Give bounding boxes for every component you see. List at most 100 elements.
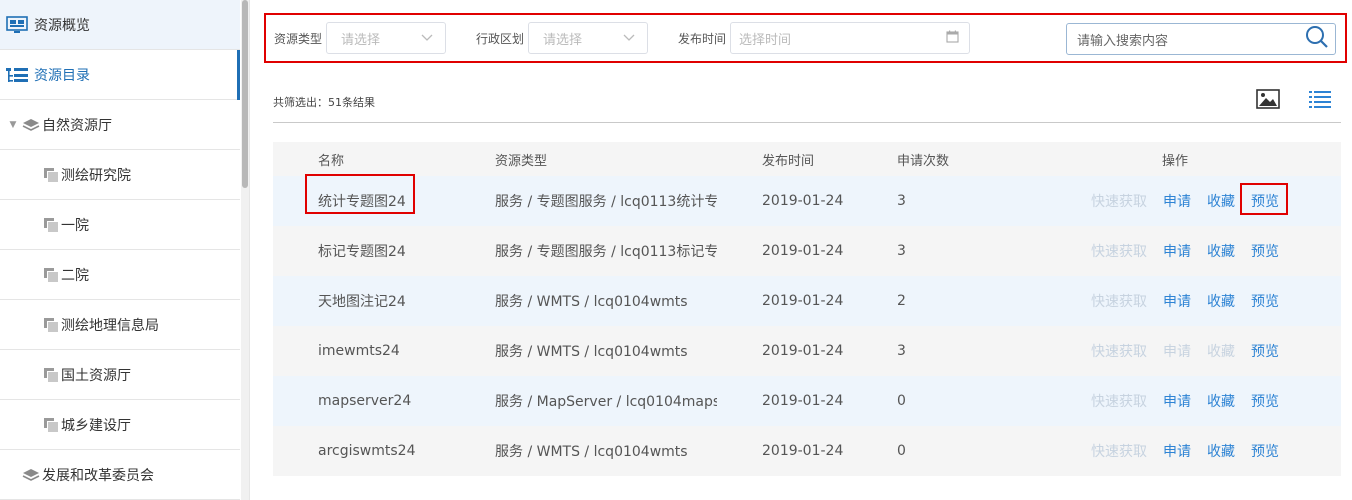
time-filter-label: 发布时间 [678,31,727,46]
sidebar-group-development[interactable]: 发展和改革委员会 [0,450,240,500]
sidebar-item-label: 一院 [61,217,89,234]
row-ops: 快速获取 申请 收藏 预览 [1052,183,1341,215]
row-name[interactable]: mapserver24 [273,393,450,409]
sidebar: 资源概览 资源目录 ▼ 自然资源厅 测绘研究院 一院 二院 测绘地理信息局 国土… [0,0,250,500]
layers-icon [22,118,40,132]
region-select[interactable]: 请选择 [528,22,649,54]
caret-down-icon[interactable]: ▼ [6,120,20,130]
row-type: 服务 / WMTS / lcq0104wmts [495,294,688,310]
search-input[interactable]: 请输入搜索内容 [1066,23,1336,55]
search-placeholder: 请输入搜索内容 [1077,33,1169,49]
table-row: 标记专题图24 服务 / 专题图服务 / lcq0113标记专题图 2019-0… [273,226,1341,276]
row-name[interactable]: 天地图注记24 [273,291,450,311]
sidebar-item-survey-institute[interactable]: 测绘研究院 [0,150,240,200]
row-type: 服务 / MapServer / lcq0104mapserve [495,394,717,410]
sidebar-item-label: 资源目录 [34,67,90,84]
quick-get-link[interactable]: 快速获取 [1091,291,1147,311]
favorite-link[interactable]: 收藏 [1207,241,1235,261]
highlight-box [305,174,415,214]
sidebar-list: 资源概览 资源目录 ▼ 自然资源厅 测绘研究院 一院 二院 测绘地理信息局 国土… [0,0,240,500]
document-icon [44,318,58,332]
resource-table: 名称 资源类型 发布时间 申请次数 操作 统计专题图24 服务 / 专题图服务 … [273,142,1341,476]
row-name[interactable]: arcgiswmts24 [273,443,450,459]
apply-link[interactable]: 申请 [1163,291,1191,311]
row-count: 3 [897,243,906,259]
document-icon [44,418,58,432]
row-date: 2019-01-24 [762,393,844,409]
region-filter-label: 行政区划 [476,31,525,46]
sidebar-item-urban-dept[interactable]: 城乡建设厅 [0,400,240,450]
table-row: mapserver24 服务 / MapServer / lcq0104maps… [273,376,1341,426]
row-ops: 快速获取 申请 收藏 预览 [1052,291,1341,311]
list-view-button[interactable] [1308,90,1332,112]
row-date: 2019-01-24 [762,343,844,359]
row-date: 2019-01-24 [762,193,844,209]
preview-link[interactable]: 预览 [1251,441,1279,461]
favorite-link[interactable]: 收藏 [1207,341,1235,361]
favorite-link[interactable]: 收藏 [1207,191,1235,211]
search-icon[interactable] [1305,25,1329,53]
apply-link[interactable]: 申请 [1163,241,1191,261]
sidebar-item-label: 测绘研究院 [61,167,131,184]
row-name[interactable]: imewmts24 [273,343,450,359]
type-select[interactable]: 请选择 [326,22,447,54]
sidebar-item-catalog[interactable]: 资源目录 [0,50,240,100]
scrollbar-thumb[interactable] [242,0,248,188]
sidebar-item-label: 资源概览 [34,17,90,34]
sidebar-group-label: 自然资源厅 [42,117,112,134]
sidebar-item-land-dept[interactable]: 国土资源厅 [0,350,240,400]
quick-get-link[interactable]: 快速获取 [1091,441,1147,461]
favorite-link[interactable]: 收藏 [1207,441,1235,461]
apply-link[interactable]: 申请 [1163,341,1191,361]
type-filter-label: 资源类型 [274,31,323,46]
sidebar-scrollbar[interactable] [241,0,249,500]
quick-get-link[interactable]: 快速获取 [1091,241,1147,261]
row-date: 2019-01-24 [762,293,844,309]
row-name[interactable]: 标记专题图24 [273,241,450,261]
row-ops: 快速获取 申请 收藏 预览 [1052,441,1341,461]
preview-link[interactable]: 预览 [1251,241,1279,261]
row-ops: 快速获取 申请 收藏 预览 [1052,241,1341,261]
sidebar-item-overview[interactable]: 资源概览 [0,0,240,50]
sidebar-item-institute-2[interactable]: 二院 [0,250,240,300]
document-icon [44,168,58,182]
row-count: 0 [897,443,906,459]
image-view-button[interactable] [1256,89,1280,113]
row-date: 2019-01-24 [762,243,844,259]
date-picker-placeholder: 选择时间 [739,32,792,48]
row-count: 3 [897,193,906,209]
preview-link[interactable]: 预览 [1251,391,1279,411]
quick-get-link[interactable]: 快速获取 [1091,341,1147,361]
header-ops: 操作 [1162,153,1189,169]
row-name-cell[interactable]: 统计专题图24 [273,174,450,214]
table-row: 统计专题图24 服务 / 专题图服务 / lcq0113统计专题图 2019-0… [273,174,1341,226]
app: 资源概览 资源目录 ▼ 自然资源厅 测绘研究院 一院 二院 测绘地理信息局 国土… [0,0,1352,500]
row-count: 2 [897,293,906,309]
header-date: 发布时间 [762,153,815,169]
apply-link[interactable]: 申请 [1163,191,1191,211]
region-select-placeholder: 请选择 [543,32,583,48]
row-date: 2019-01-24 [762,443,844,459]
favorite-link[interactable]: 收藏 [1207,291,1235,311]
chevron-down-icon [421,31,433,46]
favorite-link[interactable]: 收藏 [1207,391,1235,411]
document-icon [44,218,58,232]
apply-link[interactable]: 申请 [1163,441,1191,461]
header-type: 资源类型 [495,153,548,169]
quick-get-link[interactable]: 快速获取 [1091,191,1147,211]
row-ops: 快速获取 申请 收藏 预览 [1052,391,1341,411]
date-picker[interactable]: 选择时间 [730,22,971,54]
preview-link[interactable]: 预览 [1251,291,1279,311]
quick-get-link[interactable]: 快速获取 [1091,391,1147,411]
type-select-placeholder: 请选择 [341,32,381,48]
image-icon [1256,89,1280,113]
layers-icon [22,468,40,482]
divider [273,122,1341,123]
sidebar-item-label: 国土资源厅 [61,367,131,384]
apply-link[interactable]: 申请 [1163,391,1191,411]
sidebar-item-institute-1[interactable]: 一院 [0,200,240,250]
preview-link[interactable]: 预览 [1251,341,1279,361]
sidebar-group-natural-resources[interactable]: ▼ 自然资源厅 [0,100,240,150]
sidebar-item-geo-bureau[interactable]: 测绘地理信息局 [0,300,240,350]
preview-link[interactable]: 预览 [1240,183,1288,215]
